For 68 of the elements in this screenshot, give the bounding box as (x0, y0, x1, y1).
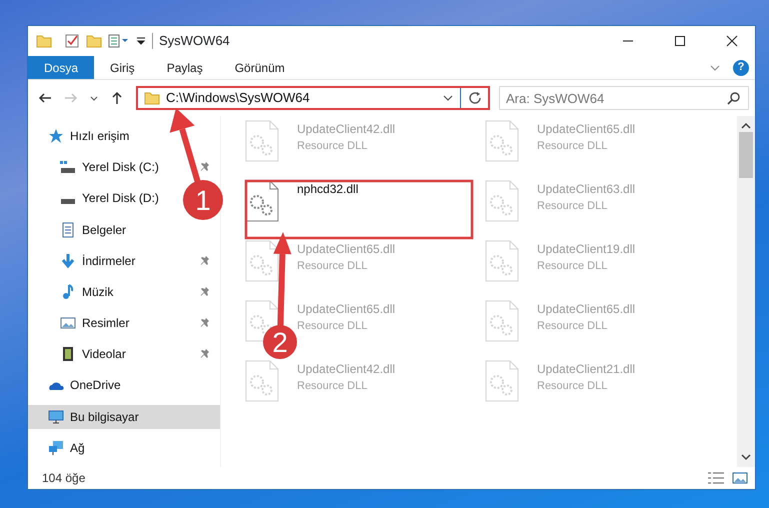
sidebar-item[interactable]: Yerel Disk (C:) (28, 155, 220, 180)
file-type: Resource DLL (537, 199, 608, 214)
sidebar-item[interactable]: Videolar (28, 342, 220, 366)
properties-icon[interactable] (64, 33, 80, 49)
sidebar-item[interactable]: İndirmeler (28, 248, 220, 273)
drive-icon (60, 159, 76, 176)
window-title: SysWOW64 (159, 32, 230, 50)
network-icon (48, 440, 64, 456)
file-type: Resource DLL (537, 259, 608, 274)
file-name: UpdateClient65.dll (537, 301, 636, 318)
file-name: UpdateClient42.dll (297, 361, 396, 378)
sidebar-item[interactable]: Yerel Disk (D:) (28, 186, 169, 210)
large-icons-view-icon[interactable] (731, 471, 749, 485)
star-icon (48, 128, 64, 144)
file-type: Resource DLL (537, 379, 608, 394)
scroll-up-icon[interactable] (741, 122, 751, 130)
sidebar-item[interactable]: Bu bilgisayar (28, 404, 220, 429)
pin-icon (200, 286, 210, 298)
details-view-icon[interactable] (707, 471, 725, 485)
ribbon-tab[interactable]: Paylaş (150, 56, 219, 79)
sidebar-item[interactable]: Resimler (28, 311, 220, 336)
sidebar-item[interactable]: Hızlı erişim (28, 124, 140, 148)
film-icon (60, 346, 76, 362)
close-icon[interactable] (724, 33, 740, 49)
step-number: 1 (183, 180, 223, 220)
file-name: nphcd32.dll (297, 181, 358, 198)
item-count: 104 öğe (42, 470, 86, 487)
search-field[interactable]: Ara: SysWOW64 (499, 86, 749, 110)
file-type: Resource DLL (537, 319, 608, 334)
drive-icon (60, 198, 76, 205)
sidebar-item[interactable]: Müzik (28, 280, 220, 304)
file-name: UpdateClient65.dll (297, 301, 396, 318)
file-type: Resource DLL (297, 259, 368, 274)
sidebar-item[interactable]: Belgeler (28, 218, 136, 242)
file-name: UpdateClient65.dll (297, 241, 396, 258)
file-name: UpdateClient21.dll (537, 361, 636, 378)
file-type: Resource DLL (297, 319, 368, 334)
file-type: Resource DLL (537, 139, 608, 154)
music-note-icon (60, 284, 76, 300)
pin-icon (200, 317, 210, 330)
ribbon-tab[interactable]: Dosya (28, 56, 94, 79)
file-name: UpdateClient19.dll (537, 241, 636, 258)
search-icon (727, 91, 741, 105)
file-name: UpdateClient65.dll (537, 121, 636, 138)
pin-icon (200, 161, 210, 174)
file-name: UpdateClient63.dll (537, 181, 636, 198)
scrollbar[interactable] (737, 116, 755, 467)
scrollbar-thumb[interactable] (739, 132, 753, 178)
ribbon-tab[interactable]: Görünüm (218, 56, 301, 79)
pin-icon (200, 348, 210, 360)
file-type: Resource DLL (297, 139, 368, 154)
computer-icon (48, 408, 64, 425)
file-type: Resource DLL (297, 379, 368, 394)
maximize-icon[interactable] (672, 33, 688, 49)
sidebar-item[interactable]: OneDrive (28, 373, 131, 398)
download-icon (60, 252, 76, 269)
folder-icon (144, 90, 160, 106)
pictures-icon (60, 315, 76, 332)
help-button[interactable]: ? (733, 60, 749, 76)
pin-icon (200, 254, 210, 267)
view-icon[interactable] (108, 33, 130, 49)
file-name: UpdateClient42.dll (297, 121, 396, 138)
document-icon (60, 222, 76, 238)
sidebar-item[interactable]: Ağ (28, 436, 95, 460)
scroll-down-icon[interactable] (741, 453, 751, 461)
ribbon-tab[interactable]: Giriş (94, 56, 151, 79)
address-field[interactable]: C:\Windows\SysWOW64 (136, 86, 490, 110)
step-number: 2 (263, 325, 297, 359)
